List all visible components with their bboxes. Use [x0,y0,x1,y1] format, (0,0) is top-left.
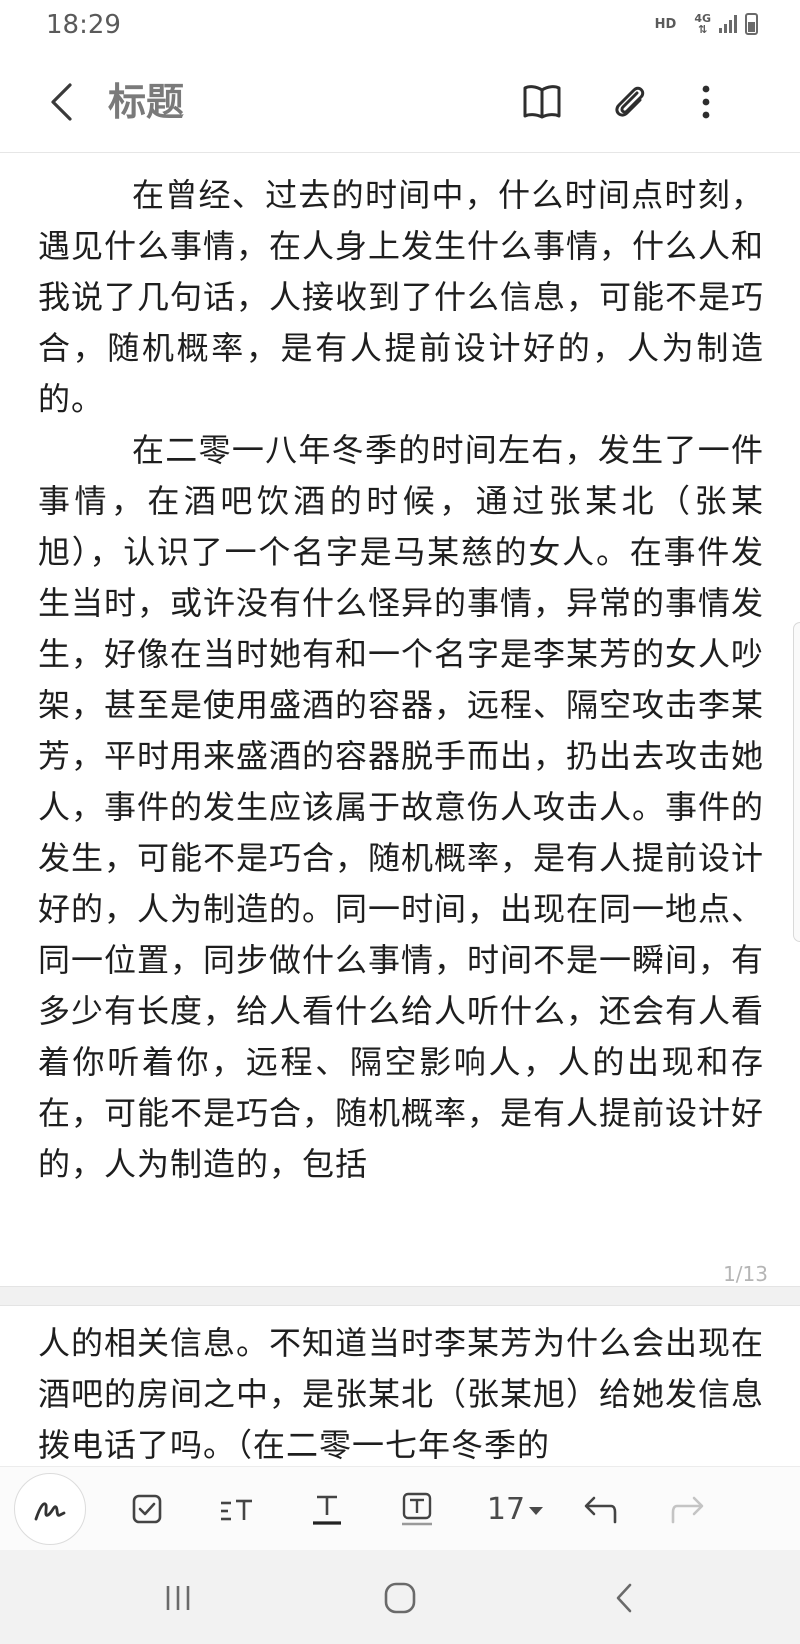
recent-apps-icon [166,1586,190,1610]
undo-button[interactable] [566,1475,632,1543]
reading-mode-button[interactable] [516,76,568,128]
note-page-1[interactable]: 在曾经、过去的时间中，什么时间点时刻，遇见什么事情，在人身上发生什么事情，什么人… [0,170,800,1278]
font-size-value: 17 [486,1491,526,1527]
redo-button[interactable] [656,1475,722,1543]
nav-back-icon [616,1583,632,1613]
back-button[interactable] [38,74,84,130]
book-icon [523,85,561,119]
recent-apps-button[interactable] [138,1568,218,1628]
note-paragraph: 在二零一八年冬季的时间左右，发生了一件事情，在酒吧饮酒的时候，通过张某北（张某旭… [38,431,765,1183]
home-icon [384,1582,416,1614]
more-vert-icon [702,85,710,119]
text-box-button[interactable] [384,1475,450,1543]
note-paragraph: 人的相关信息。不知道当时李某芳为什么会出现在酒吧的房间之中，是张某北（张某旭）给… [38,1324,765,1464]
note-title[interactable]: 标题 [108,72,184,132]
back-icon [51,83,72,121]
pen-icon [34,1502,66,1521]
page-divider [0,1286,800,1306]
status-time: 18:29 [46,10,121,40]
hd-indicator: HD [654,16,677,32]
more-options-button[interactable] [680,76,732,128]
attach-button[interactable] [604,76,656,128]
network-indicator: 4G ⇅ [694,13,711,35]
signal-icon [719,15,737,33]
checkbox-icon [132,1494,162,1524]
status-bar: 18:29 HD 4G ⇅ [0,0,800,52]
page-indicator: 1/13 [723,1262,768,1286]
font-size-control: 17 [486,1491,544,1527]
handwriting-button[interactable] [14,1473,86,1545]
app-bar: 标题 [0,52,800,153]
redo-icon [671,1496,704,1524]
text-format-button[interactable] [294,1475,360,1543]
scroll-handle[interactable] [793,622,800,942]
data-arrows-icon: ⇅ [698,23,708,36]
checkbox-button[interactable] [114,1475,180,1543]
paperclip-icon [615,86,645,117]
text-box-icon [402,1492,432,1526]
home-button[interactable] [360,1568,440,1628]
font-size-button[interactable]: 17 [474,1475,556,1543]
note-paragraph: 在曾经、过去的时间中，什么时间点时刻，遇见什么事情，在人身上发生什么事情，什么人… [38,176,765,418]
underline-text-icon [313,1495,341,1525]
system-back-button[interactable] [584,1568,664,1628]
editor-toolbar: 17 [0,1466,800,1551]
text-style-button[interactable] [204,1475,270,1543]
text-style-icon [221,1499,252,1521]
system-nav-bar [0,1550,800,1644]
dropdown-arrow-icon [529,1507,544,1515]
undo-icon [584,1496,617,1524]
status-icons: HD 4G ⇅ [655,13,758,35]
battery-icon [745,13,758,35]
note-page-2[interactable]: 人的相关信息。不知道当时李某芳为什么会出现在酒吧的房间之中，是张某北（张某旭）给… [0,1318,800,1466]
